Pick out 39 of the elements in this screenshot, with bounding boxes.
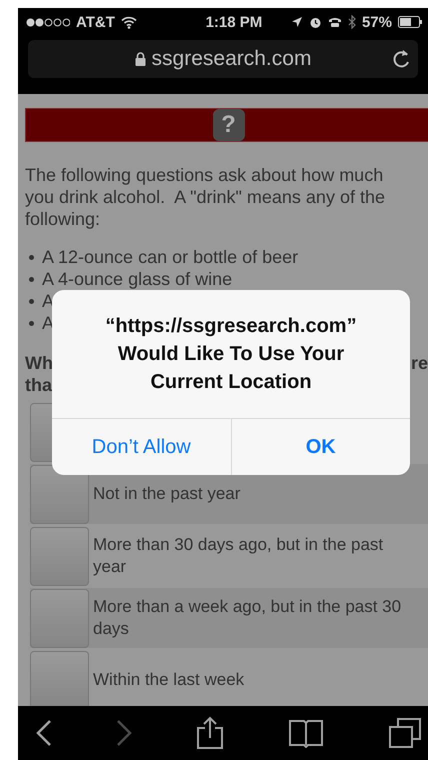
wifi-icon bbox=[120, 16, 137, 28]
bookmarks-icon[interactable] bbox=[288, 718, 324, 748]
help-icon[interactable]: ? bbox=[212, 109, 244, 141]
back-button[interactable] bbox=[36, 719, 52, 747]
alert-title: “https://ssgresearch.com” Would Like To Use Your Current Location bbox=[104, 314, 358, 395]
question-text: re bbox=[410, 352, 428, 374]
address-bar[interactable]: ssgresearch.com bbox=[28, 40, 418, 78]
answer-label: More than 30 days ago, but in the past year bbox=[93, 534, 384, 578]
bullet-dot bbox=[29, 276, 34, 282]
cancel-button[interactable]: Don’t Allow bbox=[52, 419, 230, 475]
phone-icon bbox=[328, 16, 342, 28]
answer-checkbox[interactable] bbox=[30, 526, 89, 586]
bullet-text: A 12-ounce can or bottle of beer bbox=[42, 246, 298, 268]
answer-checkbox[interactable] bbox=[30, 650, 89, 706]
url-text: ssgresearch.com bbox=[152, 47, 312, 71]
answer-checkbox[interactable] bbox=[30, 588, 89, 648]
lock-icon bbox=[134, 52, 146, 66]
carrier-name: AT&T bbox=[76, 14, 115, 30]
answer-label: Within the last week bbox=[93, 669, 246, 691]
answer-label: Not in the past year bbox=[93, 483, 242, 505]
battery-icon bbox=[398, 16, 422, 28]
question-text: tha bbox=[25, 374, 52, 396]
bullet-dot bbox=[29, 254, 34, 260]
clock-time: 1:18 PM bbox=[204, 14, 264, 30]
answer-checkbox[interactable] bbox=[30, 464, 89, 524]
signal-icon bbox=[26, 18, 70, 26]
alarm-icon bbox=[308, 16, 322, 28]
bullet-dot bbox=[29, 320, 34, 326]
intro-text: The following questions ask about how much you drink alcohol. A "drink" means any of the following: bbox=[25, 164, 386, 230]
bluetooth-icon bbox=[348, 15, 356, 29]
location-arrow-icon bbox=[290, 16, 303, 28]
bullet-text: A 4-ounce glass of wine bbox=[42, 268, 232, 290]
answer-label: More than a week ago, but in the past 30 days bbox=[93, 596, 402, 640]
battery-percent: 57% bbox=[362, 14, 392, 30]
ok-button[interactable]: OK bbox=[230, 419, 410, 475]
question-text: Wh bbox=[25, 352, 53, 374]
tabs-icon[interactable] bbox=[388, 717, 422, 749]
share-icon[interactable] bbox=[196, 716, 224, 750]
bullet-dot bbox=[29, 298, 34, 304]
